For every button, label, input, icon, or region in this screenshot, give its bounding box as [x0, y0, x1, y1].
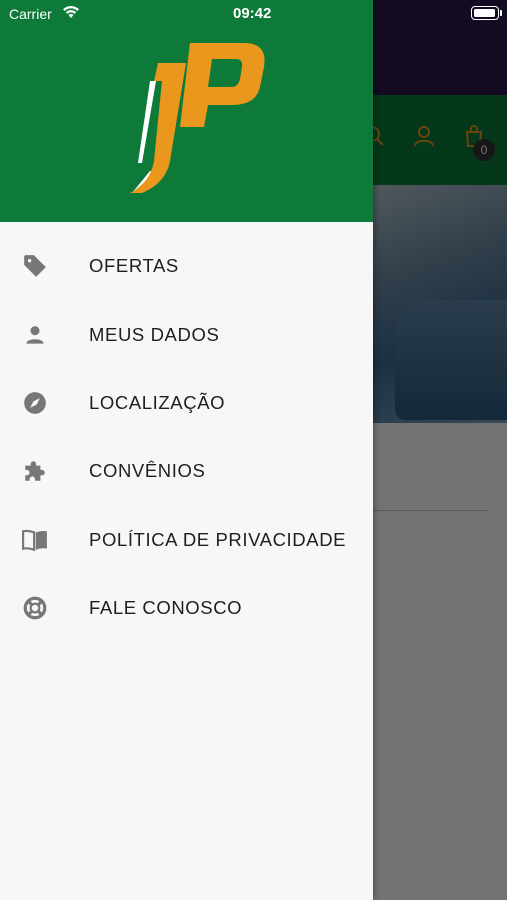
battery-icon — [471, 6, 499, 20]
jp-logo — [130, 43, 265, 193]
battery-tip — [500, 10, 502, 16]
menu-item-meus-dados[interactable]: MEUS DADOS — [0, 300, 373, 368]
wifi-icon — [63, 6, 79, 18]
compass-icon — [22, 390, 48, 416]
tag-icon — [22, 253, 48, 279]
menu-item-convenios[interactable]: CONVÊNIOS — [0, 437, 373, 505]
menu-item-localizacao[interactable]: LOCALIZAÇÃO — [0, 369, 373, 437]
drawer-header — [0, 0, 373, 222]
menu-item-label: MEUS DADOS — [89, 323, 220, 345]
menu-item-politica-de-privacidade[interactable]: POLÍTICA DE PRIVACIDADE — [0, 506, 373, 574]
menu-item-label: POLÍTICA DE PRIVACIDADE — [89, 528, 347, 550]
menu-item-label: OFERTAS — [89, 255, 179, 277]
menu-item-label: CONVÊNIOS — [89, 460, 206, 482]
carrier-label: Carrier — [9, 6, 52, 22]
menu-item-ofertas[interactable]: OFERTAS — [0, 232, 373, 300]
person-icon — [22, 322, 48, 348]
battery-level — [473, 8, 495, 17]
menu-item-label: LOCALIZAÇÃO — [89, 391, 226, 413]
menu-item-label: FALE CONOSCO — [89, 597, 243, 619]
menu-item-fale-conosco[interactable]: FALE CONOSCO — [0, 574, 373, 642]
book-icon — [22, 527, 48, 553]
drawer-menu: OFERTAS MEUS DADOS LOCALIZAÇÃO CONVÊNIOS — [0, 232, 373, 642]
puzzle-icon — [22, 458, 48, 484]
clock: 09:42 — [233, 5, 272, 22]
lifebuoy-icon — [22, 595, 48, 621]
navigation-drawer: OFERTAS MEUS DADOS LOCALIZAÇÃO CONVÊNIOS — [0, 0, 373, 900]
status-bar: Carrier 09:42 — [0, 0, 507, 30]
